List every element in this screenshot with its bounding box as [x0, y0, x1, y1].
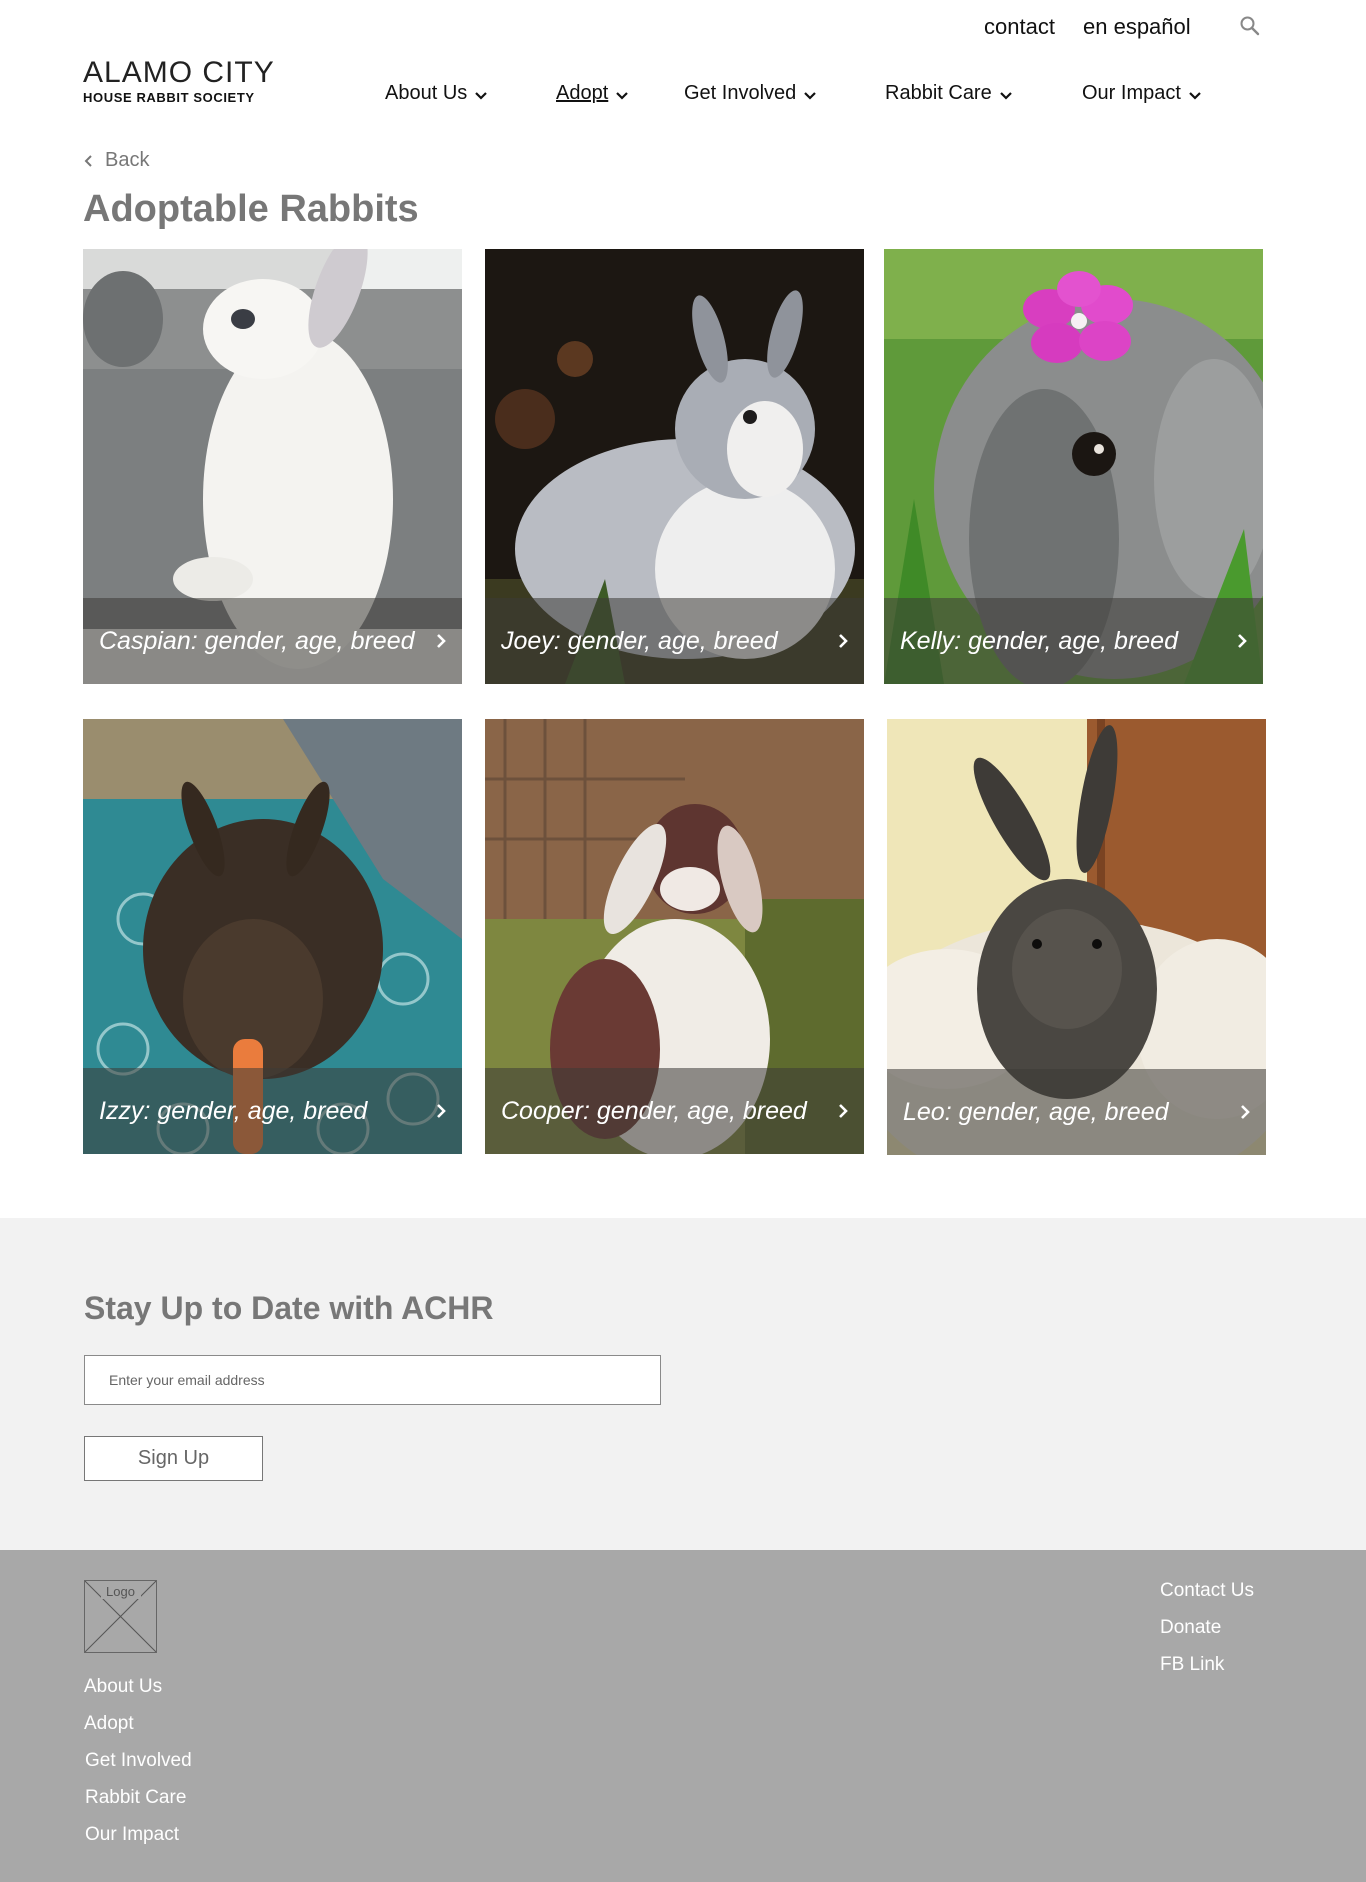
rabbit-caption: Leo: gender, age, breed — [903, 1097, 1169, 1126]
rabbit-caption-bar: Cooper: gender, age, breed — [485, 1068, 864, 1154]
site-logo[interactable]: ALAMO CITY HOUSE RABBIT SOCIETY — [83, 56, 275, 106]
footer-link-our-impact[interactable]: Our Impact — [85, 1824, 179, 1846]
page-title: Adoptable Rabbits — [83, 188, 419, 230]
chevron-right-icon — [437, 634, 446, 648]
email-field[interactable] — [84, 1355, 661, 1405]
rabbit-caption-bar: Izzy: gender, age, breed — [83, 1068, 462, 1154]
chevron-down-icon — [999, 91, 1012, 100]
chevron-down-icon — [475, 91, 488, 100]
rabbit-caption-bar: Joey: gender, age, breed — [485, 598, 864, 684]
nav-item-about-us[interactable]: About Us — [385, 82, 489, 105]
rabbit-card-caspian[interactable]: Caspian: gender, age, breed — [83, 249, 462, 684]
footer-logo-label: Logo — [100, 1584, 141, 1599]
footer-link-get-involved[interactable]: Get Involved — [85, 1750, 192, 1772]
rabbit-card-kelly[interactable]: Kelly: gender, age, breed — [884, 249, 1263, 684]
rabbit-card-leo[interactable]: Leo: gender, age, breed — [887, 719, 1266, 1155]
nav-item-get-involved[interactable]: Get Involved — [684, 82, 818, 105]
rabbit-card-izzy[interactable]: Izzy: gender, age, breed — [83, 719, 462, 1154]
chevron-left-icon — [84, 154, 92, 167]
chevron-right-icon — [839, 1104, 848, 1118]
nav-item-rabbit-care[interactable]: Rabbit Care — [885, 82, 1014, 105]
footer-link-about-us[interactable]: About Us — [84, 1676, 162, 1698]
chevron-down-icon — [804, 91, 817, 100]
rabbit-caption: Joey: gender, age, breed — [501, 626, 778, 655]
rabbit-caption: Caspian: gender, age, breed — [99, 626, 415, 655]
nav-item-label: Our Impact — [1082, 82, 1181, 104]
footer-link-fb[interactable]: FB Link — [1160, 1654, 1224, 1676]
logo-subtitle: HOUSE RABBIT SOCIETY — [83, 90, 255, 105]
rabbit-caption-bar: Caspian: gender, age, breed — [83, 598, 462, 684]
nav-item-label: Adopt — [556, 82, 609, 104]
footer-link-contact-us[interactable]: Contact Us — [1160, 1580, 1254, 1602]
footer-logo-placeholder[interactable]: Logo — [84, 1580, 157, 1653]
search-icon[interactable] — [1238, 14, 1262, 38]
chevron-right-icon — [1241, 1105, 1250, 1119]
chevron-right-icon — [1238, 634, 1247, 648]
logo-title: ALAMO CITY — [83, 56, 275, 89]
footer-link-donate[interactable]: Donate — [1160, 1617, 1221, 1639]
rabbit-card-joey[interactable]: Joey: gender, age, breed — [485, 249, 864, 684]
chevron-right-icon — [437, 1104, 446, 1118]
newsletter-section: Stay Up to Date with ACHR Sign Up — [0, 1218, 1366, 1550]
chevron-down-icon — [1189, 91, 1201, 100]
rabbit-caption: Cooper: gender, age, breed — [501, 1096, 807, 1125]
site-footer: Logo About Us Adopt Get Involved Rabbit … — [0, 1550, 1366, 1882]
rabbit-caption: Kelly: gender, age, breed — [900, 626, 1178, 655]
nav-item-label: Get Involved — [684, 82, 797, 104]
contact-link[interactable]: contact — [984, 14, 1055, 40]
nav-item-adopt[interactable]: Adopt — [556, 82, 630, 105]
back-label: Back — [105, 149, 150, 171]
back-link[interactable]: Back — [83, 149, 149, 172]
footer-link-rabbit-care[interactable]: Rabbit Care — [85, 1787, 186, 1809]
nav-item-label: Rabbit Care — [885, 82, 992, 104]
rabbit-caption-bar: Kelly: gender, age, breed — [884, 598, 1263, 684]
rabbit-caption-bar: Leo: gender, age, breed — [887, 1069, 1266, 1155]
nav-item-our-impact[interactable]: Our Impact — [1082, 82, 1203, 105]
footer-link-adopt[interactable]: Adopt — [84, 1713, 134, 1735]
rabbit-card-cooper[interactable]: Cooper: gender, age, breed — [485, 719, 864, 1154]
chevron-right-icon — [839, 634, 848, 648]
chevron-down-icon — [616, 91, 629, 100]
newsletter-title: Stay Up to Date with ACHR — [84, 1290, 494, 1326]
spanish-language-link[interactable]: en español — [1083, 14, 1191, 40]
sign-up-button[interactable]: Sign Up — [84, 1436, 263, 1481]
nav-item-label: About Us — [385, 82, 468, 104]
rabbit-caption: Izzy: gender, age, breed — [99, 1096, 368, 1125]
